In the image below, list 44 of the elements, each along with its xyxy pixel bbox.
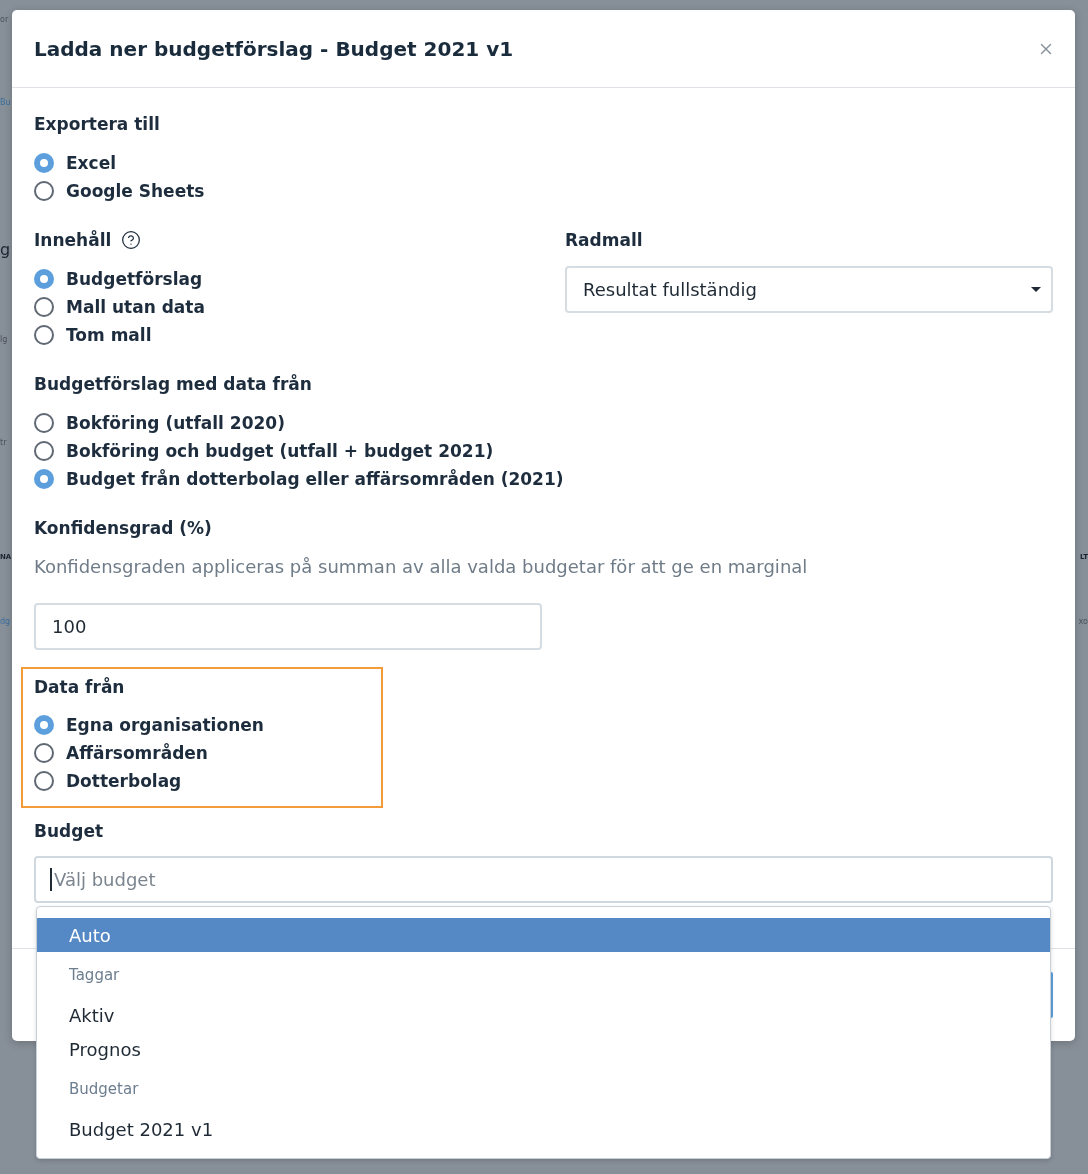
help-icon[interactable] — [121, 230, 142, 250]
confidence-input[interactable]: 100 — [34, 603, 542, 650]
radio-button[interactable] — [34, 269, 54, 289]
radio-label[interactable]: Mall utan data — [66, 295, 205, 319]
radio-label[interactable]: Excel — [66, 151, 116, 175]
radio-label[interactable]: Bokföring (utfall 2020) — [66, 411, 285, 435]
radio-button[interactable] — [34, 181, 54, 201]
radio-button[interactable] — [34, 715, 54, 735]
radio-label[interactable]: Tom mall — [66, 323, 152, 347]
radio-button[interactable] — [34, 325, 54, 345]
radio-label[interactable]: Bokföring och budget (utfall + budget 2021) — [66, 439, 494, 463]
section-label: Innehåll — [34, 229, 112, 252]
section-label: Konfidensgrad (%) — [34, 517, 213, 540]
dropdown-option[interactable]: Auto — [37, 918, 1050, 952]
section-label: Exportera till — [34, 113, 161, 136]
section-label: Budget — [34, 820, 105, 843]
radio-label[interactable]: Budget från dotterbolag eller affärsområden (2021) — [66, 467, 564, 491]
row-template-select[interactable]: Resultat fullständig — [565, 266, 1053, 313]
budget-field[interactable]: Välj budget — [34, 856, 1053, 903]
radio-button[interactable] — [34, 469, 54, 489]
radio-button[interactable] — [34, 771, 54, 791]
text-cursor — [50, 868, 52, 891]
caret-down-icon — [1031, 287, 1041, 292]
radio-label[interactable]: Google Sheets — [66, 179, 205, 203]
section-label: Radmall — [565, 229, 644, 252]
radio-button[interactable] — [34, 153, 54, 173]
section-label: Budgetförslag med data från — [34, 373, 313, 396]
group-header: Taggar — [69, 964, 120, 986]
radio-button[interactable] — [34, 441, 54, 461]
section-label: Data från — [34, 676, 126, 699]
radio-label[interactable]: Egna organisationen — [66, 713, 264, 737]
background-heading: g — [0, 239, 12, 261]
dialog-title: Ladda ner budgetförslag - Budget 2021 v1 — [34, 35, 514, 63]
dropdown-option[interactable]: Aktiv — [37, 998, 1050, 1032]
dropdown-option[interactable]: Prognos — [37, 1032, 1050, 1066]
radio-button[interactable] — [34, 297, 54, 317]
dropdown-option[interactable]: Budget 2021 v1 — [37, 1112, 1050, 1146]
radio-button[interactable] — [34, 743, 54, 763]
radio-button[interactable] — [34, 413, 54, 433]
group-header: Budgetar — [69, 1078, 139, 1100]
radio-label[interactable]: Affärsområden — [66, 741, 208, 765]
radio-label[interactable]: Budgetförslag — [66, 267, 203, 291]
radio-label[interactable]: Dotterbolag — [66, 769, 182, 793]
help-text: Konfidensgraden appliceras på summan av alla valda budgetar för att ge en marginal — [34, 555, 809, 579]
